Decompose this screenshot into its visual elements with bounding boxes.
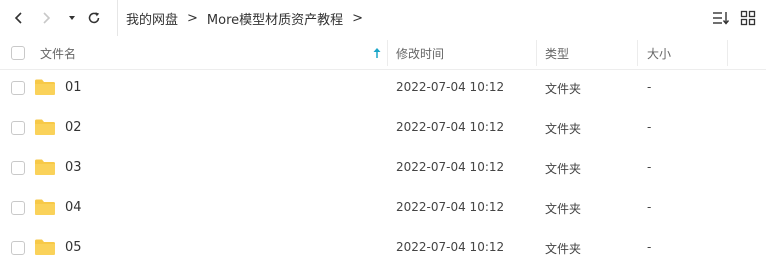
table-row[interactable]: 04 2022-07-04 10:12 文件夹 - [0, 188, 766, 228]
refresh-icon [88, 12, 100, 24]
file-size: - [647, 120, 652, 134]
row-checkbox[interactable] [11, 121, 25, 135]
file-size: - [647, 160, 652, 174]
file-size: - [647, 200, 652, 214]
breadcrumb-root[interactable]: 我的网盘 [126, 9, 178, 28]
column-header-modified[interactable]: 修改时间 [396, 45, 444, 62]
file-name[interactable]: 01 [65, 80, 82, 95]
column-divider[interactable] [637, 40, 638, 66]
file-modified: 2022-07-04 10:12 [396, 240, 505, 254]
folder-icon [35, 199, 55, 215]
file-name[interactable]: 02 [65, 120, 82, 135]
history-dropdown[interactable] [62, 8, 82, 28]
file-size: - [647, 80, 652, 94]
table-row[interactable]: 03 2022-07-04 10:12 文件夹 - [0, 148, 766, 188]
column-divider[interactable] [727, 40, 728, 66]
table-row[interactable]: 02 2022-07-04 10:12 文件夹 - [0, 108, 766, 148]
select-all-checkbox[interactable] [11, 46, 25, 60]
file-modified: 2022-07-04 10:12 [396, 80, 505, 94]
arrow-up-icon[interactable] [372, 47, 382, 59]
chevron-left-icon [14, 12, 22, 24]
file-name[interactable]: 04 [65, 200, 82, 215]
file-modified: 2022-07-04 10:12 [396, 160, 505, 174]
file-type: 文件夹 [545, 122, 582, 136]
column-header-size[interactable]: 大小 [647, 45, 671, 62]
row-checkbox[interactable] [11, 161, 25, 175]
file-name[interactable]: 03 [65, 160, 82, 175]
file-type: 文件夹 [545, 162, 582, 176]
row-checkbox[interactable] [11, 241, 25, 255]
file-list-header: 文件名 修改时间 类型 大小 [0, 36, 766, 70]
table-row[interactable]: 01 2022-07-04 10:12 文件夹 - [0, 68, 766, 108]
toolbar: 我的网盘 > More模型材质资产教程 > [0, 0, 766, 36]
file-modified: 2022-07-04 10:12 [396, 120, 505, 134]
breadcrumb-separator[interactable]: > [352, 11, 363, 26]
file-modified: 2022-07-04 10:12 [396, 200, 505, 214]
row-checkbox[interactable] [11, 81, 25, 95]
forward-button[interactable] [36, 8, 56, 28]
column-header-type[interactable]: 类型 [545, 45, 569, 62]
grid-view-icon [740, 10, 756, 26]
column-divider[interactable] [536, 40, 537, 66]
file-type: 文件夹 [545, 82, 582, 96]
sort-button[interactable] [712, 10, 730, 26]
file-type: 文件夹 [545, 242, 582, 256]
refresh-button[interactable] [84, 8, 104, 28]
back-button[interactable] [9, 8, 29, 28]
folder-icon [35, 239, 55, 255]
breadcrumb-current[interactable]: More模型材质资产教程 [207, 9, 343, 28]
grid-view-button[interactable] [740, 10, 756, 26]
folder-icon [35, 79, 55, 95]
breadcrumb-separator: > [187, 10, 198, 26]
row-checkbox[interactable] [11, 201, 25, 215]
file-type: 文件夹 [545, 202, 582, 216]
chevron-right-icon [43, 12, 51, 24]
column-header-name[interactable]: 文件名 [40, 45, 76, 62]
column-divider[interactable] [387, 40, 388, 66]
file-name[interactable]: 05 [65, 240, 82, 255]
sort-icon [713, 12, 730, 25]
file-size: - [647, 240, 652, 254]
view-tools [712, 8, 756, 28]
folder-icon [35, 159, 55, 175]
folder-icon [35, 119, 55, 135]
breadcrumb: 我的网盘 > More模型材质资产教程 > [117, 0, 372, 36]
table-row[interactable]: 05 2022-07-04 10:12 文件夹 - [0, 228, 766, 268]
caret-down-icon [69, 16, 75, 20]
